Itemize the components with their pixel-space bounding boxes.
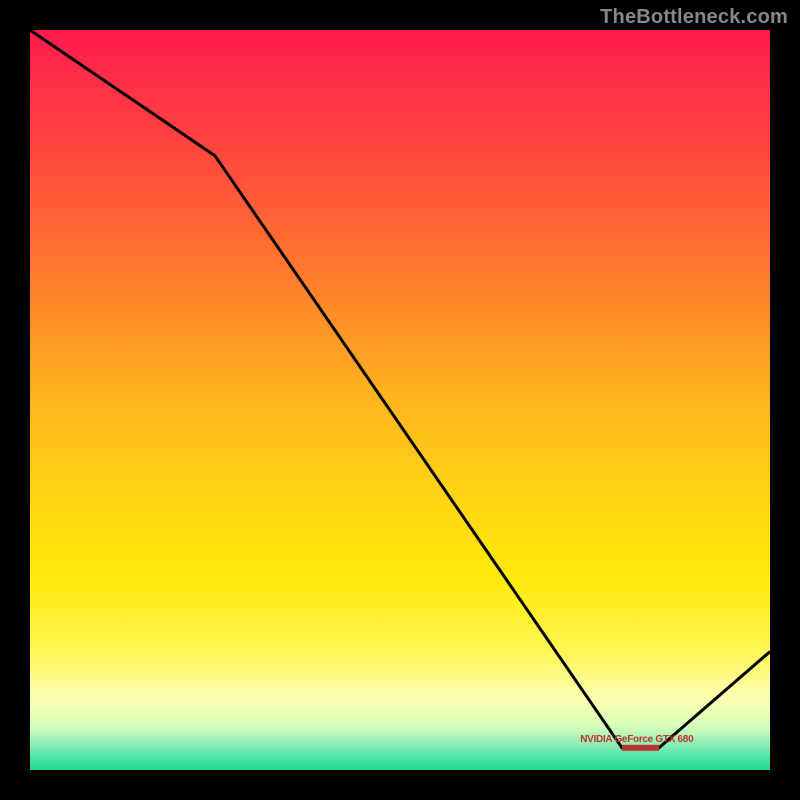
gpu-label: NVIDIA GeForce GTX 680: [580, 734, 693, 745]
attribution-text: TheBottleneck.com: [600, 6, 788, 29]
bottleneck-curve: [30, 30, 770, 748]
chart-area: NVIDIA GeForce GTX 680: [30, 30, 770, 770]
optimal-marker: [622, 745, 659, 751]
bottleneck-line-chart: [30, 30, 770, 770]
